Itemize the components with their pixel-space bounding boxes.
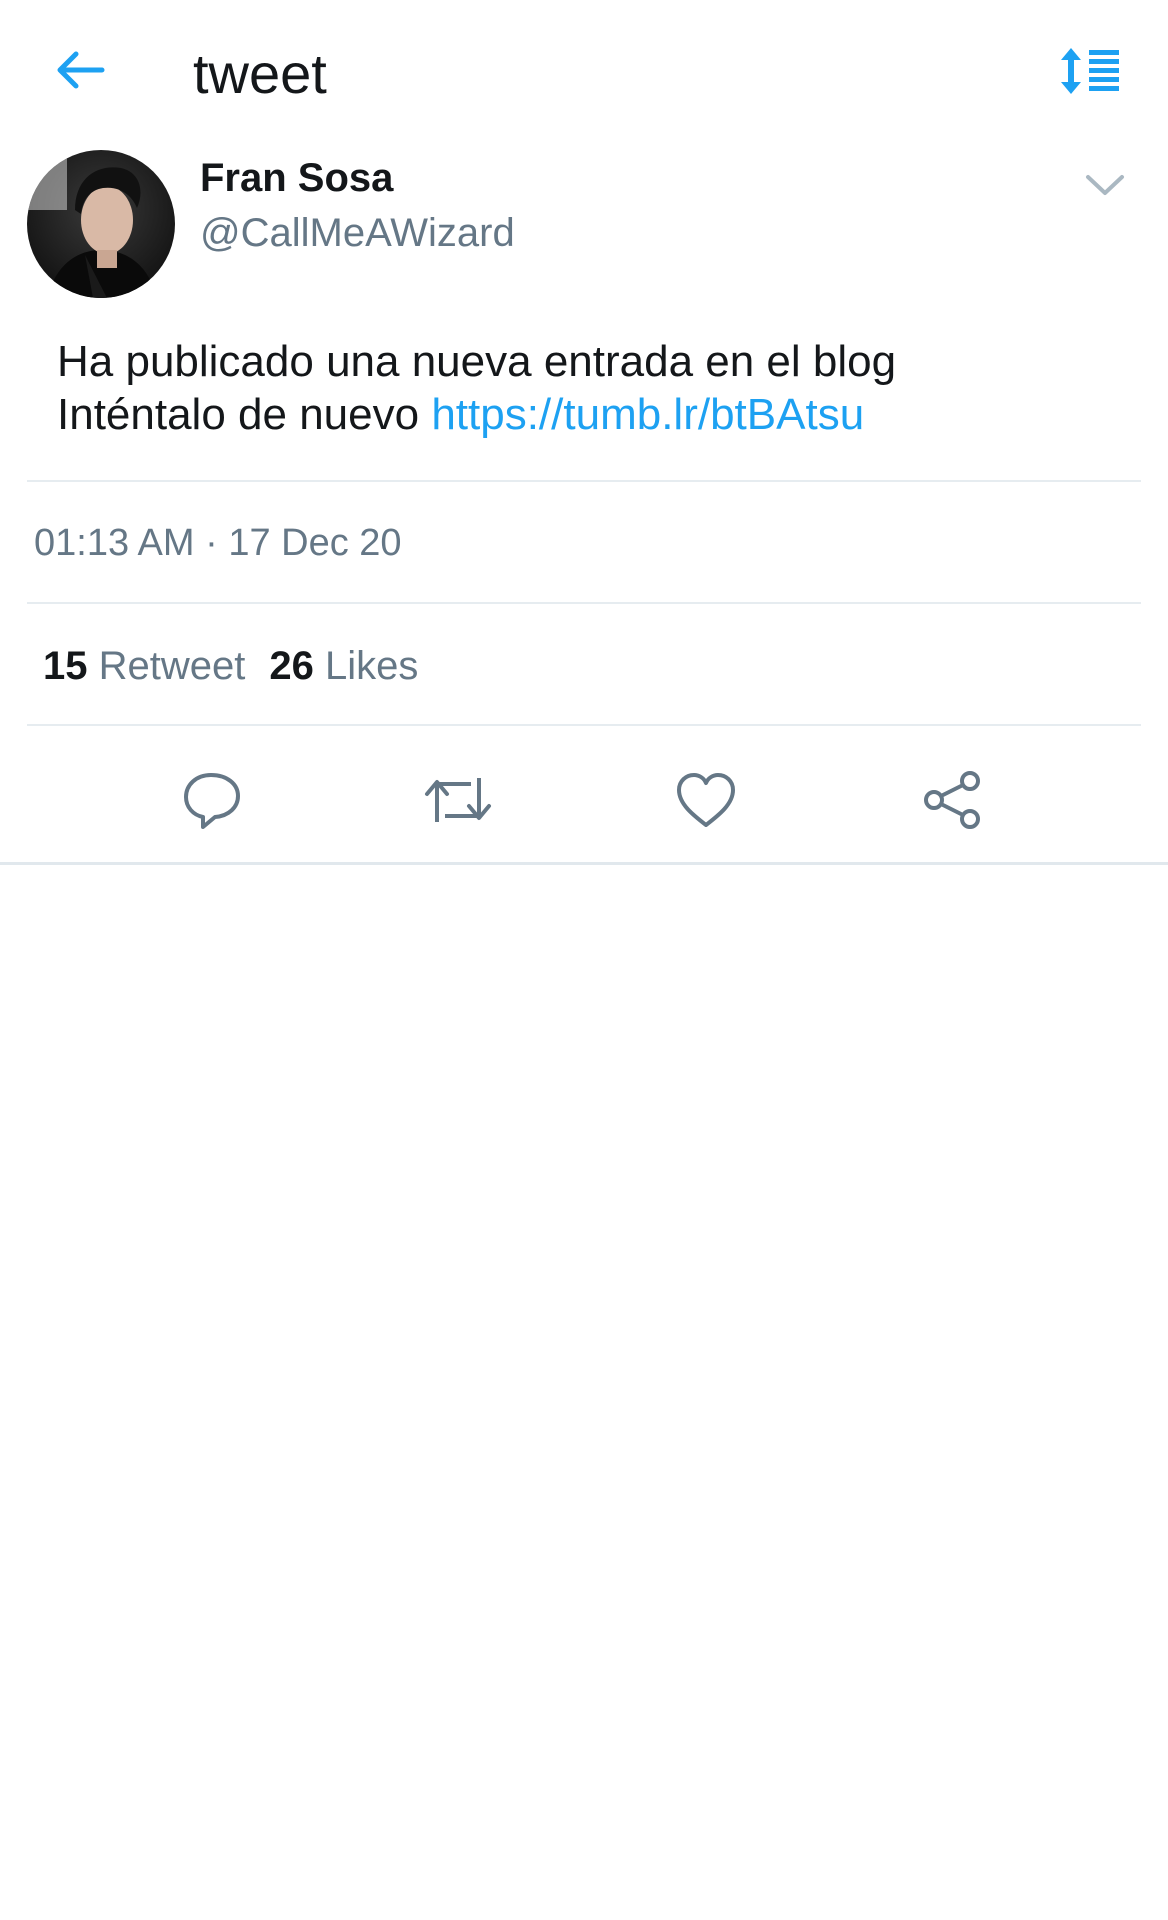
reply-icon [184,773,240,829]
tweet-link[interactable]: https://tumb.lr/btBAtsu [431,390,864,439]
like-heart-icon [677,773,735,827]
tweet-text-line1: Ha publicado una nueva entrada en el blo… [57,337,897,386]
divider [27,724,1141,726]
like-stat[interactable]: 26 Likes [269,644,418,688]
tweet-detail-page: tweet Fran Sosa @CallMeAWizard Ha public… [0,0,1168,1920]
tweet-actions-bar [0,745,1168,845]
tweet-text-line2: Inténtalo de nuevo https://tumb.lr/btBAt… [57,388,1117,441]
author-name[interactable]: Fran Sosa [200,150,393,206]
retweet-stat[interactable]: 15 Retweet [43,644,245,688]
retweet-icon [425,778,491,822]
retweet-label: Retweet [98,644,246,688]
reply-button[interactable] [177,765,247,835]
arrow-left-icon [57,51,105,89]
like-button[interactable] [671,765,741,835]
retweet-button[interactable] [423,765,493,835]
like-count: 26 [269,644,314,688]
page-title: tweet [193,42,327,105]
share-icon [924,771,980,829]
author-handle[interactable]: @CallMeAWizard [200,205,515,261]
tweet-text-prefix: Inténtalo de nuevo [57,390,420,439]
like-label: Likes [325,644,419,688]
divider [27,602,1141,604]
avatar-photo [27,150,175,298]
retweet-count: 15 [43,644,88,688]
tweet-stats: 15 Retweet 26 Likes [43,638,418,694]
back-button[interactable] [40,30,120,110]
app-header: tweet [0,0,1168,145]
tweet-text: Ha publicado una nueva entrada en el blo… [57,335,1117,441]
avatar[interactable] [27,150,175,298]
divider [27,480,1141,482]
share-button[interactable] [918,765,988,835]
more-options-button[interactable] [1080,160,1130,210]
section-divider [0,862,1168,865]
tweet-timestamp: 01:13 AM · 17 Dec 20 [34,522,402,564]
chevron-down-icon [1086,175,1124,195]
sort-button[interactable] [1050,36,1130,106]
sort-list-icon [1061,48,1119,94]
